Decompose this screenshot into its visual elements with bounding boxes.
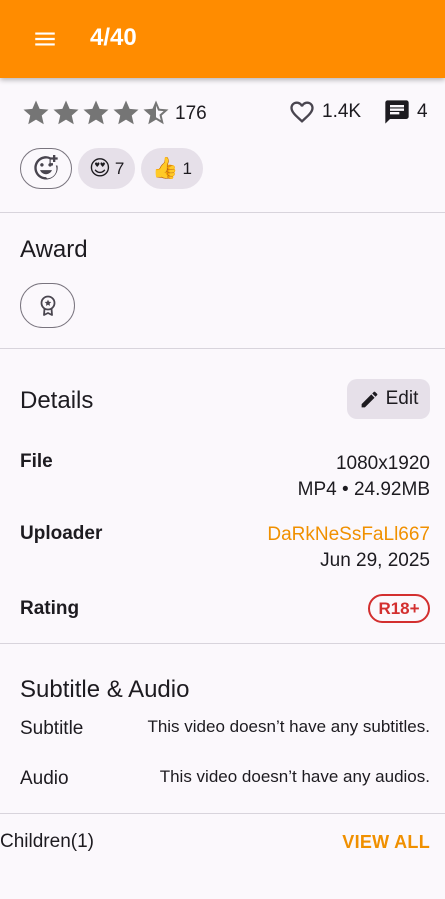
heart-eyes-emoji-icon: 😍 xyxy=(89,157,111,180)
menu-button[interactable] xyxy=(22,16,68,62)
divider xyxy=(0,643,445,644)
upload-date: Jun 29, 2025 xyxy=(320,550,430,571)
comment-count: 4 xyxy=(417,101,428,122)
page-counter-title: 4/40 xyxy=(90,24,137,51)
rating-label: Rating xyxy=(20,598,80,619)
add-reaction-icon xyxy=(34,154,58,179)
like-count: 1.4K xyxy=(322,101,362,122)
subtitle-value: This video doesn’t have any subtitles. xyxy=(147,717,430,736)
pencil-icon xyxy=(361,391,378,407)
file-label: File xyxy=(20,451,53,472)
menu-icon xyxy=(35,32,55,46)
heart-outline-icon xyxy=(290,101,314,123)
divider xyxy=(0,348,445,349)
app-bar: 4/40 xyxy=(0,0,445,78)
add-reaction-button[interactable] xyxy=(20,148,72,189)
comments-button[interactable]: 4 xyxy=(383,98,428,126)
reaction-chip-thumbs-up[interactable]: 👍 1 xyxy=(141,148,203,189)
award-section-title: Award xyxy=(20,236,88,263)
rating-count: 176 xyxy=(175,103,207,124)
thumbs-up-emoji-icon: 👍 xyxy=(152,157,179,180)
view-all-button[interactable]: VIEW ALL xyxy=(342,832,430,853)
star-rating[interactable] xyxy=(21,98,171,128)
edit-button-label: Edit xyxy=(385,388,419,409)
like-button[interactable]: 1.4K xyxy=(288,98,361,126)
half-star-icon xyxy=(143,100,169,125)
reaction-row: 😍 7 👍 1 xyxy=(20,148,209,189)
children-label: Children(1) xyxy=(0,831,94,852)
reaction-count: 7 xyxy=(114,158,125,178)
award-button[interactable] xyxy=(20,283,75,328)
divider xyxy=(0,212,445,213)
award-icon xyxy=(40,295,55,316)
reaction-chip-heart-eyes[interactable]: 😍 7 xyxy=(78,148,136,189)
audio-label: Audio xyxy=(20,768,69,789)
details-section-title: Details xyxy=(20,387,94,414)
audio-value: This video doesn’t have any audios. xyxy=(159,767,430,786)
star-icon xyxy=(113,100,139,125)
uploader-label: Uploader xyxy=(20,523,103,544)
divider xyxy=(0,813,445,814)
star-icon xyxy=(23,100,49,125)
file-format-size: MP4 • 24.92MB xyxy=(297,479,430,500)
file-resolution: 1080x1920 xyxy=(335,453,430,474)
uploader-link[interactable]: DaRkNeSsFaLl667 xyxy=(267,524,430,546)
star-icon xyxy=(53,100,79,125)
content-rating-badge: R18+ xyxy=(368,594,430,623)
stats-row: 176 1.4K 4 xyxy=(0,94,445,130)
edit-button[interactable]: Edit xyxy=(347,379,430,419)
reaction-count: 1 xyxy=(182,158,192,178)
comment-icon xyxy=(385,100,409,124)
subtitle-audio-section-title: Subtitle & Audio xyxy=(20,676,190,703)
star-icon xyxy=(83,100,109,125)
subtitle-label: Subtitle xyxy=(20,718,84,739)
